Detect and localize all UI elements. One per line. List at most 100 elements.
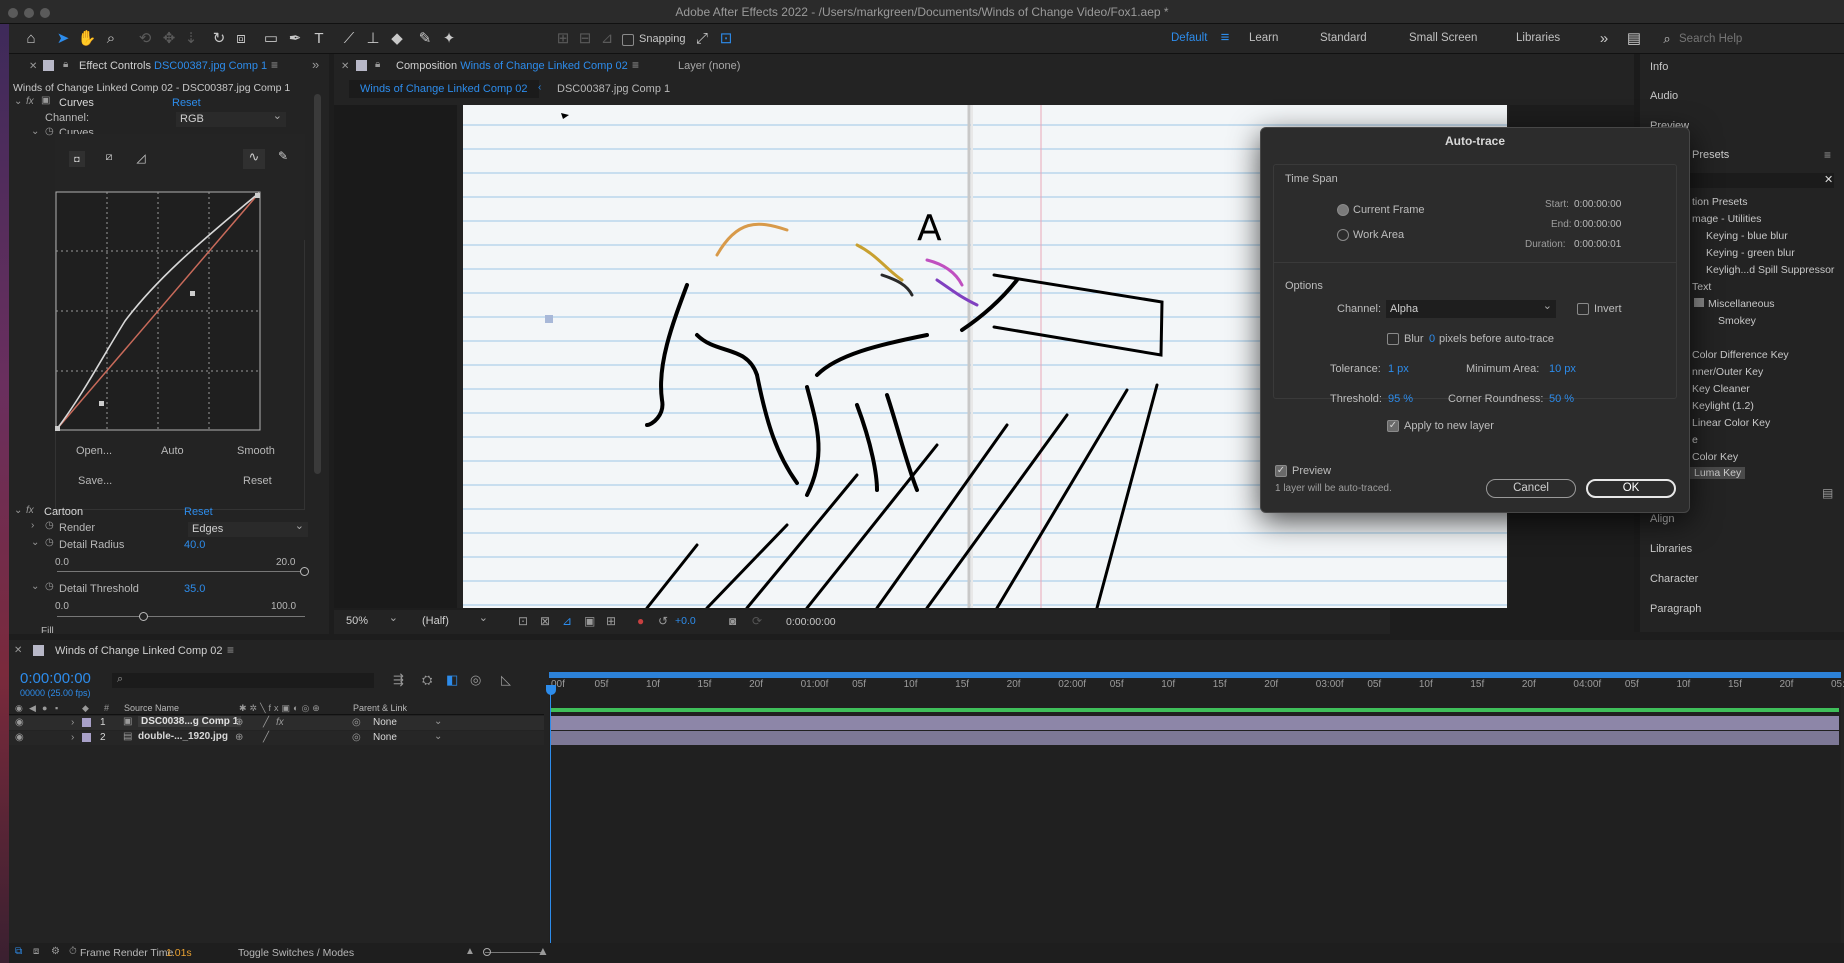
parent-dropdown-arrow-icon[interactable]: ⌄ bbox=[434, 716, 442, 727]
min-area-value[interactable]: 10 px bbox=[1549, 363, 1576, 375]
fx-icon[interactable]: fx bbox=[26, 96, 34, 107]
show-snapshot-icon[interactable]: ⟳ bbox=[752, 614, 762, 628]
parent-dropdown-arrow-icon[interactable]: ⌄ bbox=[434, 731, 442, 742]
curves-auto-button[interactable]: Auto bbox=[161, 445, 184, 457]
detail-threshold-slider[interactable] bbox=[57, 612, 305, 621]
workspace-libraries[interactable]: Libraries bbox=[1516, 32, 1560, 44]
layer-duration-bar[interactable] bbox=[551, 716, 1839, 730]
timeline-zoom-slider[interactable] bbox=[485, 952, 545, 953]
detail-radius-stopwatch-icon[interactable]: ◷ bbox=[45, 537, 54, 548]
layer-name[interactable]: double-..._1920.jpg bbox=[138, 731, 228, 742]
region-of-interest-icon[interactable]: ▣ bbox=[584, 614, 595, 628]
comp-lock-icon[interactable]: 🔒︎ bbox=[375, 59, 380, 70]
curves-reset-button[interactable]: Reset bbox=[243, 475, 272, 487]
detail-radius-slider[interactable] bbox=[57, 567, 309, 576]
layer-row[interactable]: ◉ › 2 ▤ double-..._1920.jpg ⊕ ╱ ◎ None ⌄ bbox=[9, 731, 544, 745]
layer-expand-icon[interactable]: › bbox=[71, 717, 74, 728]
workspace-default[interactable]: Default bbox=[1171, 32, 1207, 44]
workspace-standard[interactable]: Standard bbox=[1320, 32, 1367, 44]
channel-color-icon[interactable]: ● bbox=[637, 614, 644, 628]
zoom-dropdown[interactable]: 50% bbox=[342, 611, 402, 629]
detail-threshold-slider-knob[interactable] bbox=[138, 612, 148, 621]
pen-tool-icon[interactable]: ✒ bbox=[285, 29, 305, 49]
curve-large-graph-icon[interactable]: ◿ bbox=[133, 151, 149, 167]
timeline-graph-area[interactable]: 00f 05f 10f 15f 20f 01:00f 05f 10f 15f 20f 02:00f 0… bbox=[546, 670, 1844, 943]
layer-parent-dropdown[interactable]: None bbox=[373, 717, 397, 728]
curves-graph[interactable] bbox=[55, 191, 261, 431]
detail-threshold-value[interactable]: 35.0 bbox=[184, 583, 205, 595]
effects-switch-icon[interactable]: fx bbox=[276, 717, 284, 728]
orbit-camera-icon[interactable]: ⟲ bbox=[135, 29, 155, 49]
layer-tab[interactable]: Layer (none) bbox=[678, 60, 740, 72]
pan-behind-tool-icon[interactable]: ⧈ bbox=[231, 29, 251, 49]
rotation-tool-icon[interactable]: ↻ bbox=[209, 29, 229, 49]
zoom-tool-icon[interactable]: ⌕ bbox=[101, 29, 121, 49]
close-timeline-tab-icon[interactable]: ✕ bbox=[14, 645, 22, 656]
curves-save-button[interactable]: Save... bbox=[78, 475, 112, 487]
layer-name[interactable]: DSC0038...g Comp 1 bbox=[138, 716, 242, 727]
layer-visibility-icon[interactable]: ◉ bbox=[15, 732, 24, 743]
motion-blur-icon[interactable]: ◺ bbox=[501, 672, 511, 688]
pickwhip-icon[interactable]: ◎ bbox=[352, 717, 361, 728]
comp-mini-flowchart-icon[interactable]: ⇶ bbox=[393, 672, 404, 688]
presets-search-field[interactable] bbox=[1690, 173, 1834, 188]
detail-threshold-stopwatch-icon[interactable]: ◷ bbox=[45, 581, 54, 592]
display-icon[interactable]: ▤ bbox=[1624, 29, 1644, 49]
workspace-menu-icon[interactable]: ≡ bbox=[1215, 28, 1235, 48]
current-time-indicator[interactable] bbox=[550, 692, 551, 943]
channel-dropdown[interactable]: RGB bbox=[176, 109, 286, 127]
work-area-bar[interactable] bbox=[551, 708, 1839, 712]
current-frame-radio[interactable] bbox=[1337, 204, 1349, 216]
resolution-dropdown[interactable]: (Half) bbox=[418, 611, 492, 629]
render-stopwatch-icon[interactable]: ◷ bbox=[45, 520, 54, 531]
composition-tab[interactable]: Composition Winds of Change Linked Comp … bbox=[396, 60, 628, 72]
curve-rgb-icon[interactable]: ◘ bbox=[69, 151, 85, 167]
clear-search-icon[interactable]: ✕ bbox=[1824, 173, 1833, 186]
corner-roundness-value[interactable]: 50 % bbox=[1549, 393, 1574, 405]
timeline-menu-icon[interactable]: ≡ bbox=[227, 643, 234, 657]
comp-breadcrumb-item-1[interactable]: Winds of Change Linked Comp 02 bbox=[360, 83, 528, 95]
source-name-header[interactable]: Source Name bbox=[124, 703, 179, 713]
comp-panel-menu-icon[interactable]: ≡ bbox=[632, 58, 639, 72]
zoom-out-icon[interactable]: ▲ bbox=[465, 946, 475, 957]
time-navigator-bar[interactable] bbox=[549, 672, 1841, 678]
detail-radius-disclosure-icon[interactable]: ⌄ bbox=[31, 537, 39, 548]
quality-icon[interactable]: ╱ bbox=[263, 717, 269, 728]
info-panel-tab[interactable]: Info bbox=[1650, 61, 1668, 73]
layer-duration-bar[interactable] bbox=[551, 731, 1839, 745]
work-area-radio[interactable] bbox=[1337, 229, 1349, 241]
timeline-timecode[interactable]: 0:00:00:00 bbox=[20, 670, 91, 687]
preset-item[interactable]: Smokey bbox=[1718, 315, 1756, 327]
hand-tool-icon[interactable]: ✋ bbox=[77, 29, 97, 49]
new-preset-icon[interactable]: ▤ bbox=[1822, 486, 1833, 500]
curves-open-button[interactable]: Open... bbox=[76, 445, 112, 457]
panel-menu-icon[interactable]: ≡ bbox=[271, 58, 278, 72]
invert-checkbox[interactable] bbox=[1577, 303, 1589, 315]
close-comp-tab-icon[interactable]: ✕ bbox=[341, 61, 349, 72]
reset-exposure-icon[interactable]: ↺ bbox=[658, 614, 668, 628]
parent-link-header[interactable]: Parent & Link bbox=[353, 703, 407, 713]
fast-previews-icon[interactable]: ⊡ bbox=[518, 614, 528, 628]
workspace-learn[interactable]: Learn bbox=[1249, 32, 1278, 44]
mask-visibility-icon[interactable]: ⊿ bbox=[562, 614, 572, 628]
preview-checkbox[interactable]: ✓ bbox=[1275, 465, 1287, 477]
preset-item-selected[interactable]: Luma Key bbox=[1690, 467, 1746, 479]
roto-brush-tool-icon[interactable]: ✎ bbox=[415, 29, 435, 49]
hide-shy-layers-icon[interactable]: ◧ bbox=[446, 672, 458, 688]
puppet-pin-tool-icon[interactable]: ✦ bbox=[439, 29, 459, 49]
snapping-checkbox[interactable] bbox=[622, 34, 634, 46]
preset-item[interactable]: mage - Utilities bbox=[1692, 213, 1761, 225]
align-icon[interactable]: ⊞ bbox=[553, 29, 573, 49]
render-disclosure-icon[interactable]: › bbox=[31, 520, 34, 531]
comp-breadcrumb-item-2[interactable]: DSC00387.jpg Comp 1 bbox=[557, 83, 670, 95]
rectangle-tool-icon[interactable]: ▭ bbox=[261, 29, 281, 49]
axis-icon[interactable]: ⊿ bbox=[597, 29, 617, 49]
tolerance-value[interactable]: 1 px bbox=[1388, 363, 1409, 375]
eraser-tool-icon[interactable]: ◆ bbox=[387, 29, 407, 49]
transfer-controls-icon[interactable]: ⧈ bbox=[33, 946, 39, 957]
exposure-value[interactable]: +0.0 bbox=[675, 615, 696, 627]
grid-guides-icon[interactable]: ⊞ bbox=[606, 614, 616, 628]
detail-threshold-disclosure-icon[interactable]: ⌄ bbox=[31, 581, 39, 592]
detail-radius-slider-knob[interactable] bbox=[300, 567, 309, 576]
layer-row[interactable]: ◉ › 1 ▣ DSC0038...g Comp 1 ⊕ ╱ fx ◎ None… bbox=[9, 716, 544, 730]
